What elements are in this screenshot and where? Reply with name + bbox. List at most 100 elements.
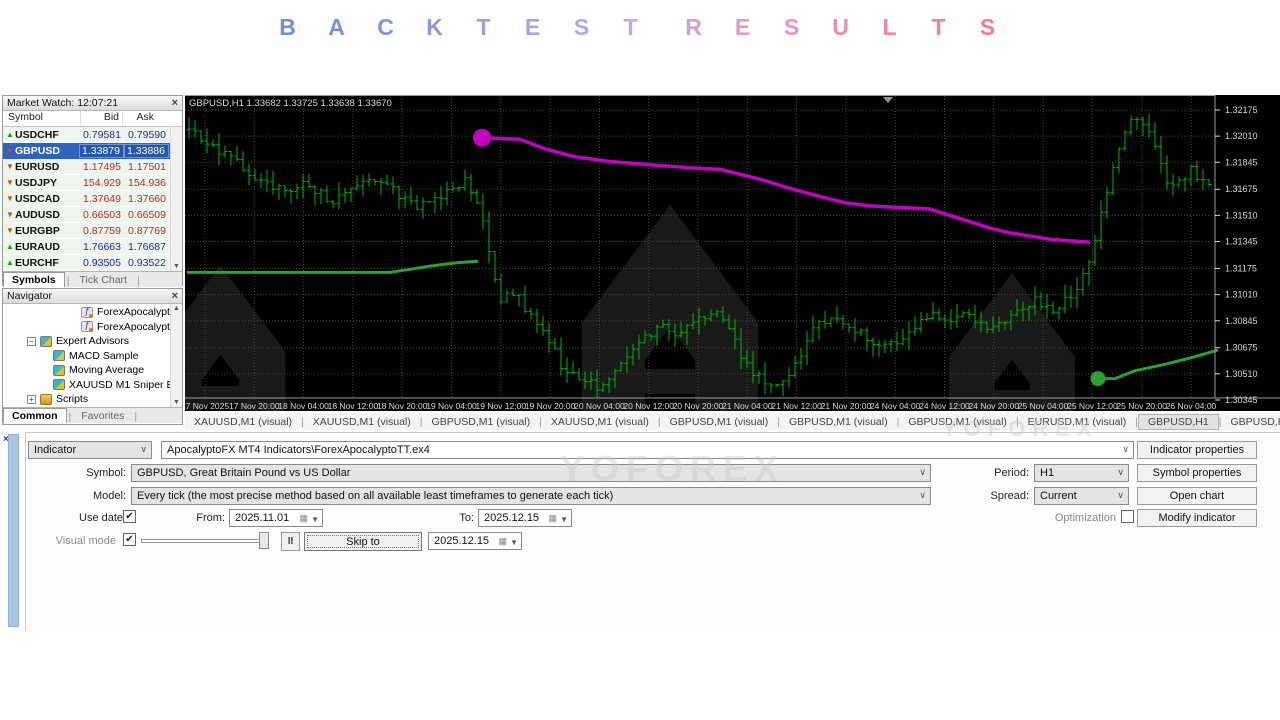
symbol-label: Symbol: <box>56 467 126 479</box>
market-watch-row[interactable]: ▼EURGBP0.877590.87769 <box>3 223 182 239</box>
scroll-down-icon[interactable]: ▼ <box>173 399 180 406</box>
navigator-item-forexapocalyptott[interactable]: fForexApocalyptoTT <box>3 320 182 335</box>
model-value: Every tick (the most precise method base… <box>137 490 613 502</box>
chart-tabbar: XAUUSD,M1 (visual)|XAUUSD,M1 (visual)|GB… <box>185 413 1280 430</box>
market-watch-row[interactable]: ▼USDCAD1.376491.37660 <box>3 191 182 207</box>
market-watch-row[interactable]: ▼AUDUSD0.665030.66509 <box>3 207 182 223</box>
navigator-item-moving-average[interactable]: Moving Average <box>3 363 182 378</box>
model-label: Model: <box>56 490 126 502</box>
navigator-item-expert-advisors[interactable]: −Expert Advisors <box>3 334 182 349</box>
bid-cell: 0.79581 <box>79 129 124 141</box>
symbol-combo[interactable]: GBPUSD, Great Britain Pound vs US Dollar… <box>131 464 931 482</box>
time-axis-label: 21 Nov 12:00 <box>771 401 822 411</box>
pause-button[interactable]: II <box>281 532 300 551</box>
market-watch-row[interactable]: ▲EURCHF0.935050.93522 <box>3 255 182 271</box>
spread-combo[interactable]: Current ∨ <box>1034 487 1129 505</box>
open-chart-button[interactable]: Open chart <box>1137 487 1257 505</box>
close-icon[interactable]: × <box>172 98 178 109</box>
optimization-checkbox[interactable] <box>1121 510 1134 523</box>
skip-to-button[interactable]: Skip to <box>304 532 422 551</box>
down-arrow-icon: ▼ <box>3 194 15 203</box>
navigator-item-xauusd-m1-sniper-ea-v[interactable]: XAUUSD M1 Sniper EA V <box>3 378 182 393</box>
chart-window[interactable]: GBPUSD,H1 1.33682 1.33725 1.33638 1.3367… <box>185 95 1280 411</box>
scroll-up-icon[interactable]: ▲ <box>173 305 180 312</box>
navigator-title: Navigator <box>7 290 172 302</box>
price-axis-label: 1.30510 <box>1225 369 1258 379</box>
navigator-tabbar: Common|Favorites| <box>3 407 182 423</box>
market-watch-tabbar: Symbols|Tick Chart| <box>3 271 182 287</box>
use-date-checkbox[interactable]: ✔ <box>123 510 136 523</box>
chevron-down-icon: ▼ <box>560 515 568 524</box>
column-symbol[interactable]: Symbol <box>3 111 81 126</box>
to-date-value: 2025.12.15 <box>484 512 539 524</box>
navigator-item-forexapocalyptotre[interactable]: fForexApocalyptoTre <box>3 305 182 320</box>
visual-mode-checkbox[interactable]: ✔ <box>123 533 136 546</box>
price-axis-label: 1.31510 <box>1225 210 1258 220</box>
skip-to-date-picker[interactable]: 2025.12.15 ▦ ▼ <box>428 532 522 550</box>
modify-indicator-button[interactable]: Modify indicator <box>1137 509 1257 527</box>
expert-path-combo[interactable]: ApocalyptoFX MT4 Indicators\ForexApocaly… <box>161 441 1134 459</box>
tree-expander-icon[interactable]: + <box>27 395 36 404</box>
title-letter: A <box>312 14 361 41</box>
close-icon[interactable]: × <box>172 291 178 302</box>
scrollbar[interactable]: ▲▼ <box>170 127 182 271</box>
tab-favorites[interactable]: Favorites <box>73 408 132 423</box>
ea-icon <box>53 365 65 376</box>
column-bid[interactable]: Bid <box>81 111 123 126</box>
scrollbar[interactable]: ▲▼ <box>170 304 182 407</box>
time-axis-label: 26 Nov 04:00 <box>1166 401 1217 411</box>
chevron-down-icon: ∨ <box>1122 444 1129 455</box>
market-watch-row[interactable]: ▼EURUSD1.174951.17501 <box>3 159 182 175</box>
tab-common[interactable]: Common <box>3 408 67 423</box>
ea-icon <box>53 350 65 361</box>
chart-tab[interactable]: XAUUSD,M1 (visual) <box>185 416 301 428</box>
chart-tab[interactable]: GBPUSD,H1 <box>1138 414 1219 430</box>
market-watch-row[interactable]: ▼USDJPY154.929154.936 <box>3 175 182 191</box>
tab-tick-chart[interactable]: Tick Chart <box>72 272 135 287</box>
tree-expander-icon[interactable]: − <box>27 337 36 346</box>
chart-tab[interactable]: XAUUSD,M1 (visual) <box>542 416 658 428</box>
column-ask[interactable]: Ask <box>123 111 156 126</box>
chart-tab[interactable]: GBPUSD,H1 (visual) <box>1221 416 1280 428</box>
time-axis-label: 25 Nov 12:00 <box>1067 401 1118 411</box>
down-arrow-icon: ▼ <box>3 210 15 219</box>
from-date-picker[interactable]: 2025.11.01 ▦ ▼ <box>229 509 323 527</box>
indicator-properties-button[interactable]: Indicator properties <box>1137 441 1257 459</box>
bid-cell: 0.87759 <box>79 225 124 237</box>
tab-symbols[interactable]: Symbols <box>3 272 65 287</box>
slider-thumb[interactable] <box>259 532 269 549</box>
visual-speed-slider[interactable] <box>141 539 269 543</box>
chart-tab[interactable]: EURUSD,M1 (visual) <box>1019 416 1136 428</box>
market-watch-row[interactable]: ▼GBPUSD1.338791.33886 <box>3 143 182 159</box>
chart-tab[interactable]: GBPUSD,M1 (visual) <box>423 416 540 428</box>
time-axis-label: 20 Nov 12:00 <box>623 401 674 411</box>
market-watch-row[interactable]: ▲USDCHF0.795810.79590 <box>3 127 182 143</box>
chart-tab[interactable]: XAUUSD,M1 (visual) <box>304 416 420 428</box>
ask-cell: 1.76687 <box>124 241 169 253</box>
chart-tab[interactable]: GBPUSD,M1 (visual) <box>661 416 778 428</box>
chart-tab[interactable]: GBPUSD,M1 (visual) <box>780 416 897 428</box>
bid-cell: 154.929 <box>79 177 124 189</box>
title-letter: T <box>459 14 508 41</box>
period-combo[interactable]: H1 ∨ <box>1034 464 1129 482</box>
market-watch-row[interactable]: ▲EURAUD1.766631.76687 <box>3 239 182 255</box>
time-axis-label: 17 Nov 20:00 <box>229 401 280 411</box>
time-axis-label: 19 Nov 20:00 <box>525 401 576 411</box>
scroll-down-icon[interactable]: ▼ <box>173 263 180 270</box>
time-axis-label: 20 Nov 20:00 <box>673 401 724 411</box>
ask-cell: 154.936 <box>124 177 169 189</box>
chevron-down-icon: ∨ <box>140 444 147 455</box>
chart-tab[interactable]: GBPUSD,M1 (visual) <box>899 416 1016 428</box>
symbol-properties-button[interactable]: Symbol properties <box>1137 464 1257 482</box>
down-arrow-icon: ▼ <box>3 178 15 187</box>
model-combo[interactable]: Every tick (the most precise method base… <box>131 487 931 505</box>
tester-type-select[interactable]: Indicator ∨ <box>28 441 152 459</box>
to-date-picker[interactable]: 2025.12.15 ▦ ▼ <box>478 509 572 527</box>
from-label: From: <box>181 512 225 524</box>
bid-cell: 0.66503 <box>79 209 124 221</box>
tester-panel: × Indicator ∨ ApocalyptoFX MT4 Indicator… <box>0 431 1280 631</box>
navigator-item-macd-sample[interactable]: MACD Sample <box>3 349 182 364</box>
expert-path-value: ApocalyptoFX MT4 Indicators\ForexApocaly… <box>167 444 430 456</box>
symbol-cell: USDCAD <box>15 193 79 205</box>
navigator-item-scripts[interactable]: +Scripts <box>3 392 182 407</box>
